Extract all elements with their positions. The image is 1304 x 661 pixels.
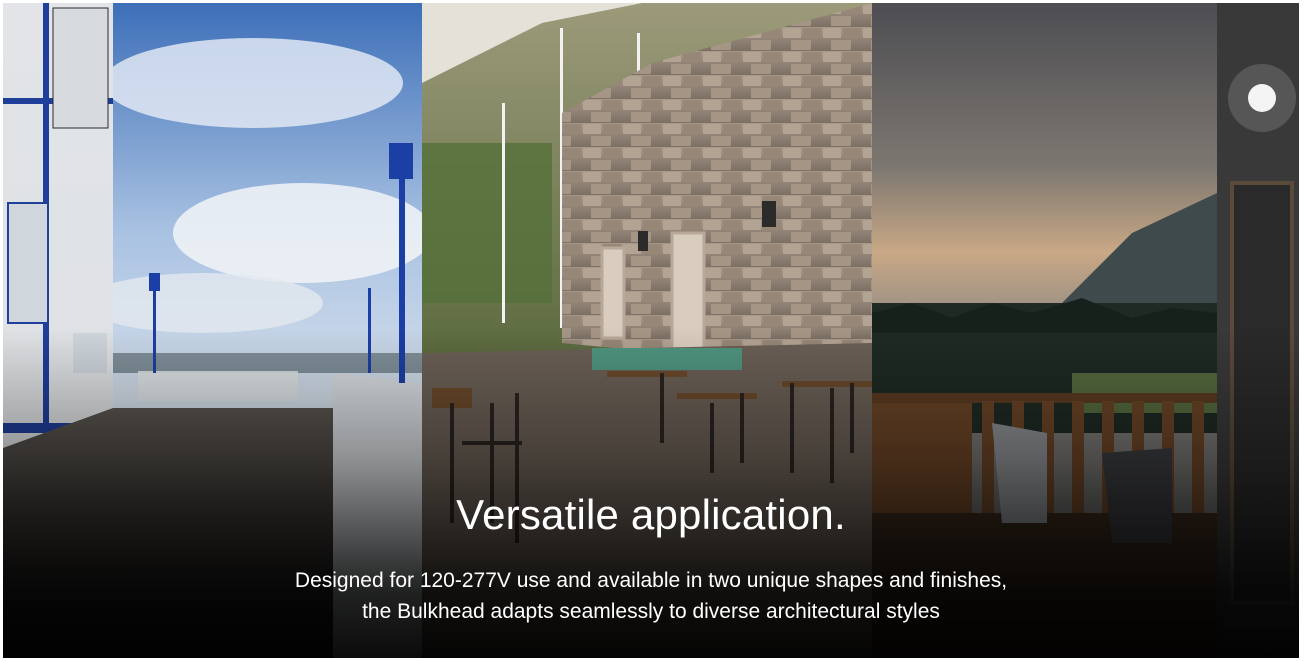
hero-headline: Versatile application. (456, 491, 846, 538)
hero-banner: Versatile application. Designed for 120-… (3, 3, 1299, 658)
hero-description-line-1: Designed for 120-277V use and available … (294, 569, 1008, 592)
hero-description: Designed for 120-277V use and available … (3, 565, 1299, 627)
hero-description-line-2: the Bulkhead adapts seamlessly to divers… (362, 600, 940, 623)
